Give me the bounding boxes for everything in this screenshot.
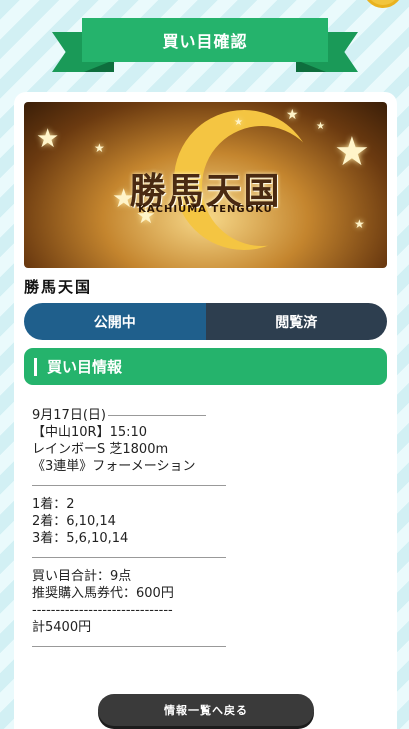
race-info: 【中山10R】15:10	[32, 425, 148, 440]
tab-bar: 公開中 閲覧済	[24, 303, 387, 340]
tab-viewed[interactable]: 閲覧済	[205, 303, 387, 340]
dash-divider: ------------------------------	[32, 603, 173, 618]
coin-icon	[363, 0, 403, 8]
banner-logo-sub: KACHIUMA TENGOKU	[138, 204, 273, 215]
first-place: 1着：2	[32, 497, 75, 512]
star-icon: ★	[234, 117, 243, 128]
banner-image: ★ ★ ★ ★ ★ ★ ★ ★ ★ 勝馬天国 KACHIUMA TENGOKU	[24, 102, 387, 268]
page-title: 買い目確認	[82, 18, 328, 62]
back-to-list-button[interactable]: 情報一覧へ戻る	[98, 694, 314, 726]
divider	[32, 557, 226, 558]
divider	[32, 646, 226, 647]
section-bar-icon	[34, 357, 37, 376]
tab-public[interactable]: 公開中	[24, 303, 206, 340]
third-place: 3着：5,6,10,14	[32, 531, 129, 546]
title-ribbon: 買い目確認	[52, 18, 358, 78]
recommended-amount: 推奨購入馬券代：600円	[32, 586, 174, 601]
app-name: 勝馬天国	[24, 278, 93, 296]
race-date: 9月17日(日)	[32, 408, 106, 423]
total-amount: 計5400円	[32, 620, 92, 635]
section-title: 買い目情報	[47, 358, 123, 376]
bet-info: 9月17日(日) 【中山10R】15:10 レインボーS 芝1800m 《3連単…	[24, 407, 387, 647]
second-place: 2着：6,10,14	[32, 514, 116, 529]
star-icon: ★	[286, 107, 299, 123]
divider	[32, 485, 226, 486]
section-header: 買い目情報	[24, 348, 387, 385]
star-icon: ★	[94, 141, 105, 155]
bet-type: 《3連単》フォーメーション	[32, 459, 196, 474]
date-row: 9月17日(日)	[32, 407, 387, 424]
total-points: 買い目合計：9点	[32, 569, 132, 584]
star-icon: ★	[354, 217, 365, 231]
date-divider	[107, 415, 206, 416]
content-card: ★ ★ ★ ★ ★ ★ ★ ★ ★ 勝馬天国 KACHIUMA TENGOKU …	[14, 92, 397, 729]
star-icon: ★	[316, 121, 325, 132]
star-icon: ★	[36, 124, 60, 154]
race-name: レインボーS 芝1800m	[32, 442, 169, 457]
